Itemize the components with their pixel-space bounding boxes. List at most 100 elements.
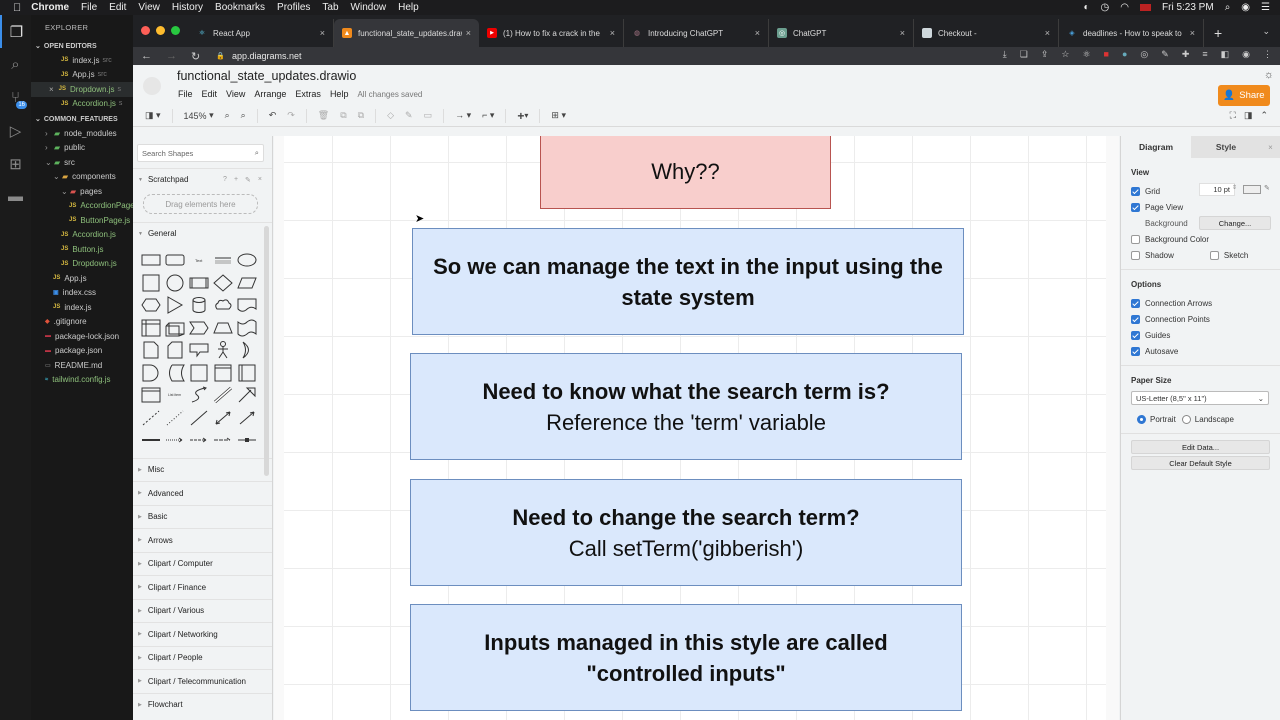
maximize-window-button[interactable] [171, 26, 180, 35]
tab-search-chevron-icon[interactable]: ⌄ [1262, 26, 1270, 37]
file-tree-item[interactable]: ◆ .gitignore [31, 315, 133, 330]
fullscreen-icon[interactable]: ⛶ [1230, 110, 1236, 121]
tab-drawio[interactable]: ▲ functional_state_updates.drawio × [334, 19, 479, 47]
tab-chatgpt[interactable]: ◎ ChatGPT × [769, 19, 914, 47]
drawio-menu-help[interactable]: Help [330, 89, 349, 99]
parallelogram-shape-icon[interactable] [235, 272, 259, 295]
eyedropper-icon[interactable]: ✎ [1264, 184, 1270, 192]
shape-category[interactable]: ▶ Clipart / Telecommunication [133, 669, 272, 693]
menu-window[interactable]: Window [351, 2, 387, 13]
close-format-panel-icon[interactable]: × [1261, 136, 1280, 158]
drawio-menu-arrange[interactable]: Arrange [254, 89, 286, 99]
file-tree-item[interactable]: › ▰ public [31, 141, 133, 156]
bidirectional-arrow-shape-icon[interactable] [211, 384, 235, 407]
close-icon[interactable]: × [258, 176, 262, 184]
fill-color-icon[interactable]: ◇ [387, 110, 394, 121]
sketch-checkbox[interactable] [1209, 250, 1219, 260]
extension-pen-icon[interactable]: ✎ [1161, 49, 1169, 60]
media-control-icon[interactable]: ≡ [1202, 49, 1207, 60]
ellipse-shape-icon[interactable] [235, 249, 259, 272]
clock[interactable]: Fri 5:23 PM [1162, 2, 1214, 13]
menu-app-name[interactable]: Chrome [31, 2, 69, 13]
directional-connector-shape-icon[interactable] [235, 407, 259, 430]
shape-category[interactable]: ▶ Advanced [133, 481, 272, 505]
list-item-shape-icon[interactable]: List item [163, 384, 187, 407]
background-color-checkbox[interactable] [1131, 234, 1140, 244]
landscape-radio[interactable] [1181, 414, 1191, 424]
chrome-menu-icon[interactable]: ⋮ [1263, 49, 1272, 60]
file-tree-item[interactable]: ▣ index.css [31, 286, 133, 301]
apple-icon[interactable]:  [13, 2, 21, 14]
url-field[interactable]: 🔒 app.diagrams.net [216, 51, 301, 61]
data-storage-shape-icon[interactable] [163, 362, 187, 385]
shadow-icon[interactable]: ▭ [424, 110, 433, 121]
to-front-icon[interactable]: ⧉ [340, 110, 346, 121]
file-tree-item[interactable]: ▭ README.md [31, 358, 133, 373]
frame-shape-icon[interactable] [211, 362, 235, 385]
zoom-out-icon[interactable]: ⌕ [241, 110, 246, 121]
time-machine-icon[interactable]: ◷ [1101, 2, 1110, 13]
rectangle-shape-icon[interactable] [139, 249, 163, 272]
cube-shape-icon[interactable] [163, 317, 187, 340]
dashed-arrow-shape-icon[interactable] [163, 429, 187, 452]
menu-bookmarks[interactable]: Bookmarks [215, 2, 265, 13]
diagram-box-state-system[interactable]: So we can manage the text in the input u… [412, 228, 964, 335]
react-devtools-icon[interactable]: ⚛ [1082, 49, 1090, 60]
close-tab-icon[interactable]: × [466, 28, 471, 38]
extension-red-icon[interactable]: ■ [1104, 49, 1109, 60]
install-app-icon[interactable]: ⤓ [1003, 49, 1007, 60]
line-color-icon[interactable]: ✎ [405, 110, 413, 121]
close-tab-icon[interactable]: × [610, 28, 615, 38]
diagram-box-controlled-inputs[interactable]: Inputs managed in this style are called … [410, 604, 962, 711]
shape-category[interactable]: ▶ Clipart / People [133, 645, 272, 670]
cloud-shape-icon[interactable] [211, 294, 235, 317]
tab-deadlines[interactable]: ◈ deadlines - How to speak to × [1059, 19, 1204, 47]
dotted-line-shape-icon[interactable] [163, 407, 187, 430]
close-tab-icon[interactable]: × [900, 28, 905, 38]
open-editor-item[interactable]: JS index.js src [31, 53, 133, 68]
help-icon[interactable]: ? [223, 176, 227, 184]
diagram-canvas[interactable]: Why?? So we can manage the text in the i… [274, 136, 1119, 720]
wifi-icon[interactable]: ◠ [1120, 2, 1129, 13]
search-shapes-input[interactable]: Search Shapes ⌕ [137, 144, 264, 162]
extensions-icon[interactable]: ⊞ [0, 147, 31, 180]
cylinder-shape-icon[interactable] [187, 294, 211, 317]
file-tree-item[interactable]: JS index.js [31, 300, 133, 315]
docker-icon[interactable]: ▬ [0, 180, 31, 213]
delete-icon[interactable]: 🗑 [318, 110, 329, 121]
shape-category[interactable]: ▶ Clipart / Various [133, 598, 272, 623]
zoom-dropdown[interactable]: 145% ▾ [184, 110, 214, 121]
file-tree-item[interactable]: ⌄ ▰ pages [31, 184, 133, 199]
diagram-filename[interactable]: functional_state_updates.drawio [177, 69, 356, 83]
actor-shape-icon[interactable] [211, 339, 235, 362]
page-view-checkbox[interactable] [1131, 202, 1140, 212]
file-tree-item[interactable]: ≈ tailwind.config.js [31, 373, 133, 388]
open-editor-item-active[interactable]: × JS Dropdown.js s [31, 82, 133, 97]
drawio-menu-file[interactable]: File [178, 89, 193, 99]
to-back-icon[interactable]: ⧉ [358, 110, 364, 121]
share-page-icon[interactable]: ⇪ [1041, 49, 1049, 60]
text-shape-icon[interactable]: Text [187, 249, 211, 272]
triangle-shape-icon[interactable] [163, 294, 187, 317]
siri-icon[interactable]: ◉ [1241, 2, 1250, 13]
theme-toggle-icon[interactable]: ☼ [1264, 69, 1274, 81]
grid-checkbox[interactable] [1131, 186, 1140, 196]
container-shape-icon[interactable] [187, 362, 211, 385]
redo-icon[interactable]: ↷ [287, 110, 295, 121]
internal-storage-shape-icon[interactable] [139, 317, 163, 340]
minimize-window-button[interactable] [156, 26, 165, 35]
format-panel-toggle-icon[interactable]: ◨ ▾ [145, 110, 161, 121]
drawio-menu-view[interactable]: View [226, 89, 245, 99]
menu-help[interactable]: Help [398, 2, 419, 13]
close-icon[interactable]: × [49, 85, 54, 94]
format-panel-icon[interactable]: ◨ [1244, 110, 1253, 121]
file-tree-item[interactable]: JS Accordion.js [31, 228, 133, 243]
scratchpad-header[interactable]: ▼ Scratchpad? + ✎ × [133, 168, 272, 190]
tab-style[interactable]: Style [1191, 136, 1261, 158]
edit-data-button[interactable]: Edit Data... [1131, 440, 1270, 454]
drawio-menu-extras[interactable]: Extras [295, 89, 321, 99]
process-shape-icon[interactable] [187, 272, 211, 295]
undo-icon[interactable]: ↶ [269, 110, 277, 121]
project-header[interactable]: ⌄ COMMON_FEATURES [31, 112, 133, 126]
circle-shape-icon[interactable] [163, 272, 187, 295]
